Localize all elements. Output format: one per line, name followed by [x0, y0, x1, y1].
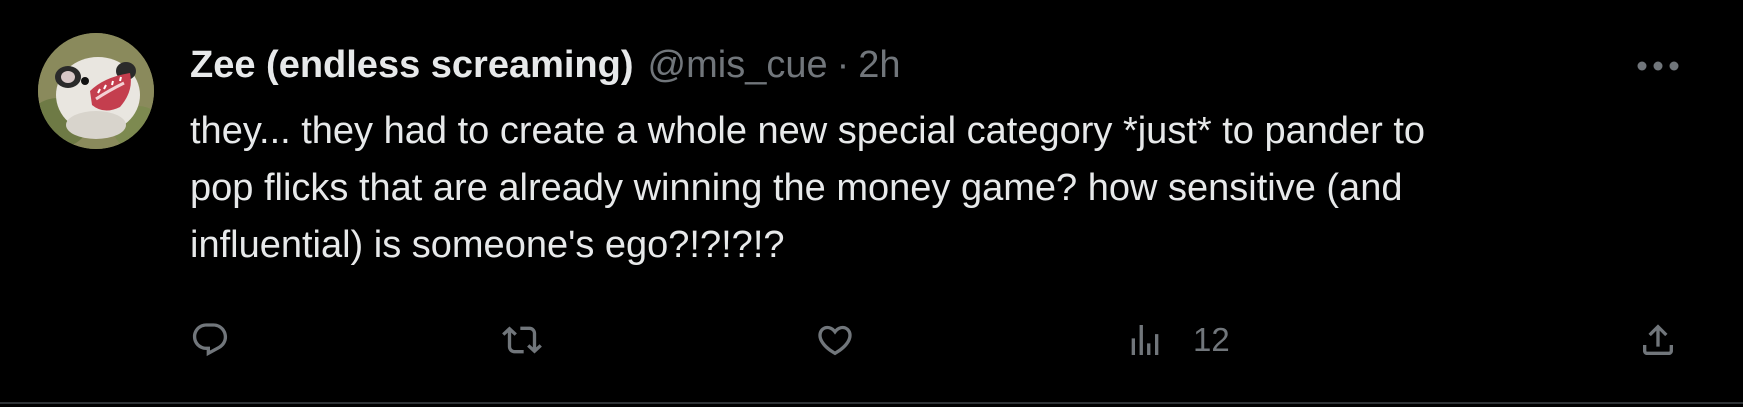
separator-dot: ·	[836, 43, 850, 86]
reply-icon	[192, 323, 228, 357]
opossum-avatar-icon	[38, 33, 154, 149]
like-button[interactable]	[815, 316, 855, 364]
author-display-name[interactable]: Zee (endless screaming)	[190, 44, 634, 87]
views-icon	[1131, 325, 1159, 355]
share-button[interactable]	[1638, 316, 1678, 364]
divider	[0, 402, 1743, 404]
heart-icon	[818, 325, 852, 356]
author-handle[interactable]: @mis_cue	[648, 44, 828, 87]
tweet-header: Zee (endless screaming) @mis_cue · 2h	[190, 40, 901, 90]
tweet-actions: 12	[190, 316, 1690, 364]
tweet-timestamp[interactable]: 2h	[858, 44, 900, 87]
views-count: 12	[1193, 321, 1230, 358]
reply-button[interactable]	[190, 316, 230, 364]
tweet-text: they... they had to create a whole new s…	[190, 110, 1426, 266]
more-options-button[interactable]	[1628, 48, 1688, 84]
avatar[interactable]	[38, 33, 154, 149]
retweet-icon	[502, 326, 542, 354]
views-button[interactable]: 12	[1125, 316, 1230, 364]
share-icon	[1643, 324, 1673, 355]
tweet-card[interactable]: Zee (endless screaming) @mis_cue · 2h th…	[0, 0, 1743, 403]
retweet-button[interactable]	[502, 316, 542, 364]
more-icon	[1637, 61, 1679, 71]
